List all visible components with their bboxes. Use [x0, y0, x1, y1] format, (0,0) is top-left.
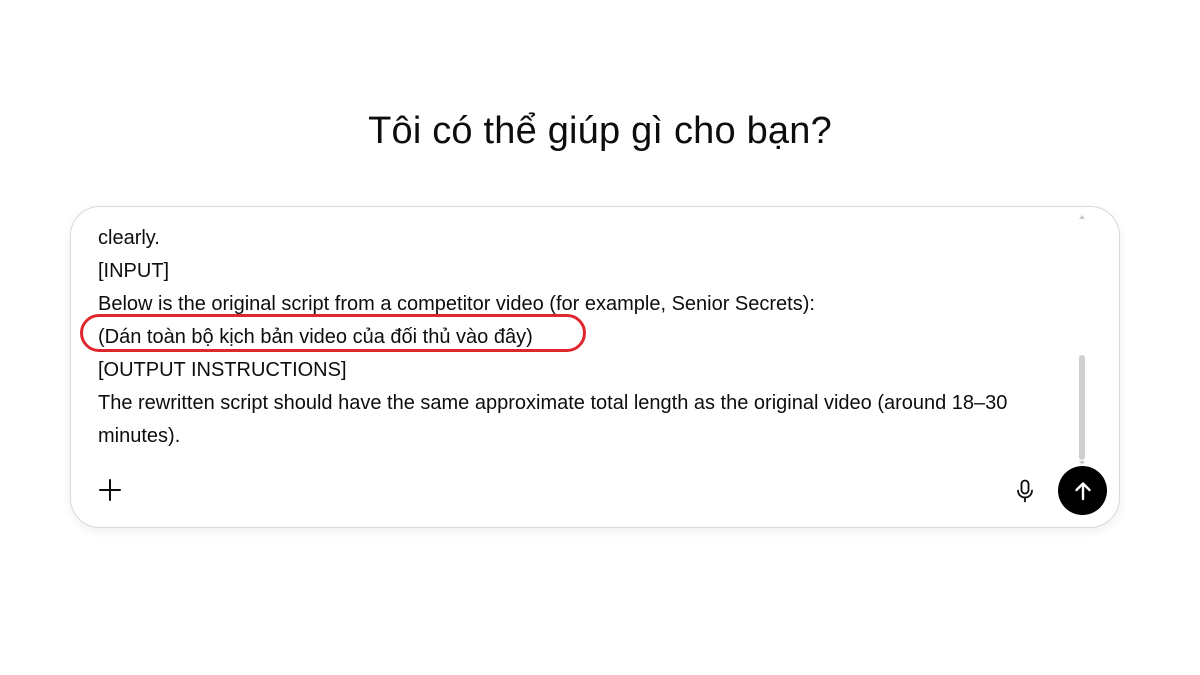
send-button[interactable]: [1058, 466, 1107, 515]
prompt-textarea[interactable]: clearly. [INPUT] Below is the original s…: [98, 213, 1088, 457]
prompt-line-highlighted: (Dán toàn bộ kịch bản video của đối thủ …: [98, 326, 533, 348]
textarea-scrollbar[interactable]: [1079, 215, 1085, 465]
scroll-thumb[interactable]: [1079, 355, 1085, 460]
voice-input-button[interactable]: [1011, 477, 1039, 505]
message-composer[interactable]: clearly. [INPUT] Below is the original s…: [70, 206, 1120, 528]
clipped-text-line: [98, 213, 1088, 222]
prompt-line: The rewritten script should have the sam…: [98, 392, 1008, 447]
chat-page: Tôi có thể giúp gì cho bạn? clearly. [IN…: [0, 0, 1200, 675]
prompt-line: [OUTPUT INSTRUCTIONS]: [98, 359, 347, 381]
scroll-down-arrow-icon[interactable]: [1079, 461, 1085, 465]
prompt-line: clearly.: [98, 227, 160, 249]
scroll-up-arrow-icon[interactable]: [1079, 215, 1085, 219]
plus-icon: [99, 479, 121, 501]
prompt-line: Below is the original script from a comp…: [98, 293, 815, 315]
add-attachment-button[interactable]: [95, 475, 125, 505]
page-title: Tôi có thể giúp gì cho bạn?: [368, 110, 832, 152]
arrow-up-icon: [1074, 481, 1091, 500]
prompt-line: [INPUT]: [98, 260, 170, 282]
microphone-icon: [1017, 479, 1033, 503]
